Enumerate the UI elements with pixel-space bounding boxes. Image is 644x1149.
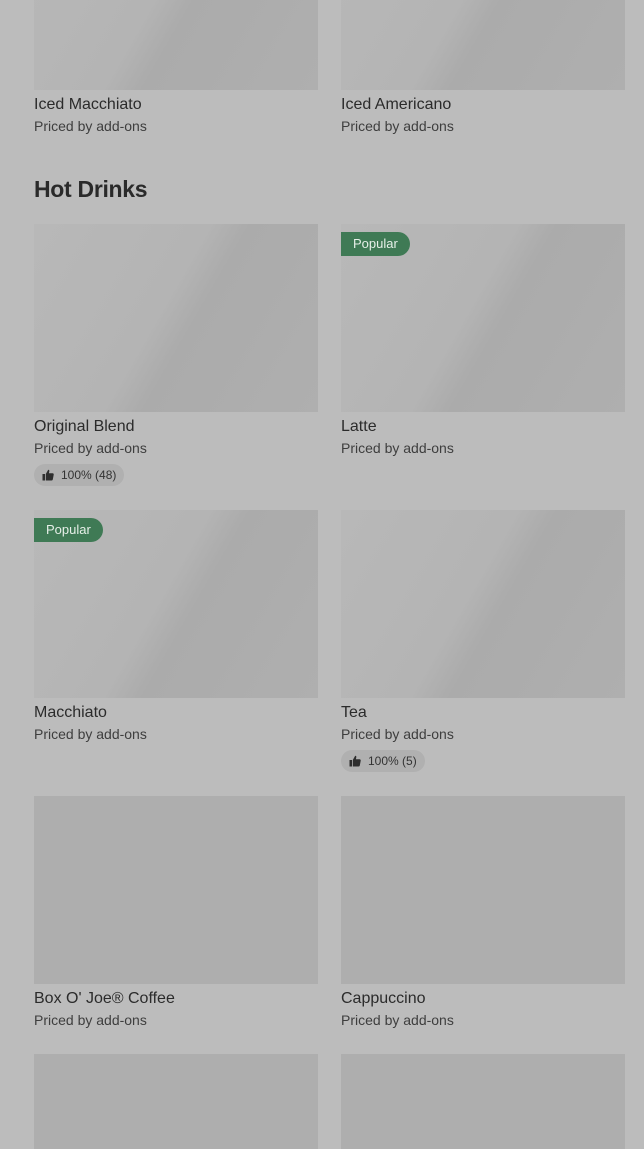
menu-item-tea[interactable]: Tea Priced by add-ons 100% (5) [341, 510, 625, 772]
item-price: Priced by add-ons [34, 1012, 147, 1028]
item-image [341, 796, 625, 984]
item-image: Popular [34, 510, 318, 698]
item-name: Latte [341, 418, 377, 435]
item-image [34, 0, 318, 90]
item-name: Macchiato [34, 704, 107, 721]
item-image [341, 1054, 625, 1149]
item-image [341, 0, 625, 90]
item-price: Priced by add-ons [341, 118, 454, 134]
menu-item[interactable] [341, 1054, 625, 1149]
rating-badge: 100% (48) [34, 464, 125, 486]
menu-item-latte[interactable]: Popular Latte Priced by add-ons [341, 224, 625, 458]
section-title-hot-drinks: Hot Drinks [34, 176, 148, 202]
item-name: Original Blend [34, 418, 135, 435]
menu-item-original-blend[interactable]: Original Blend Priced by add-ons 100% (4… [34, 224, 318, 486]
item-name: Tea [341, 704, 367, 721]
thumbs-up-icon [349, 755, 361, 767]
item-price: Priced by add-ons [341, 726, 454, 742]
item-price: Priced by add-ons [341, 440, 454, 456]
item-image [341, 510, 625, 698]
menu-item[interactable] [34, 1054, 318, 1149]
rating-text: 100% (48) [61, 468, 117, 482]
thumbs-up-icon [42, 469, 54, 481]
menu-item-iced-americano[interactable]: Iced Americano Priced by add-ons [341, 0, 625, 136]
item-image [34, 1054, 318, 1149]
menu-page: Iced Macchiato Priced by add-ons Iced Am… [0, 0, 644, 1149]
item-name: Box O' Joe® Coffee [34, 990, 175, 1007]
menu-item-iced-macchiato[interactable]: Iced Macchiato Priced by add-ons [34, 0, 318, 136]
menu-item-cappuccino[interactable]: Cappuccino Priced by add-ons [341, 796, 625, 1030]
item-price: Priced by add-ons [34, 118, 147, 134]
menu-item-macchiato[interactable]: Popular Macchiato Priced by add-ons [34, 510, 318, 744]
item-price: Priced by add-ons [34, 440, 147, 456]
item-name: Iced Americano [341, 96, 452, 113]
item-name: Iced Macchiato [34, 96, 142, 113]
item-name: Cappuccino [341, 990, 426, 1007]
popular-badge: Popular [34, 518, 103, 542]
item-image: Popular [341, 224, 625, 412]
item-price: Priced by add-ons [34, 726, 147, 742]
item-image [34, 224, 318, 412]
rating-badge: 100% (5) [341, 750, 425, 772]
popular-badge: Popular [341, 232, 410, 256]
menu-item-box-o-joe[interactable]: Box O' Joe® Coffee Priced by add-ons [34, 796, 318, 1030]
item-price: Priced by add-ons [341, 1012, 454, 1028]
rating-text: 100% (5) [368, 754, 417, 768]
item-image [34, 796, 318, 984]
